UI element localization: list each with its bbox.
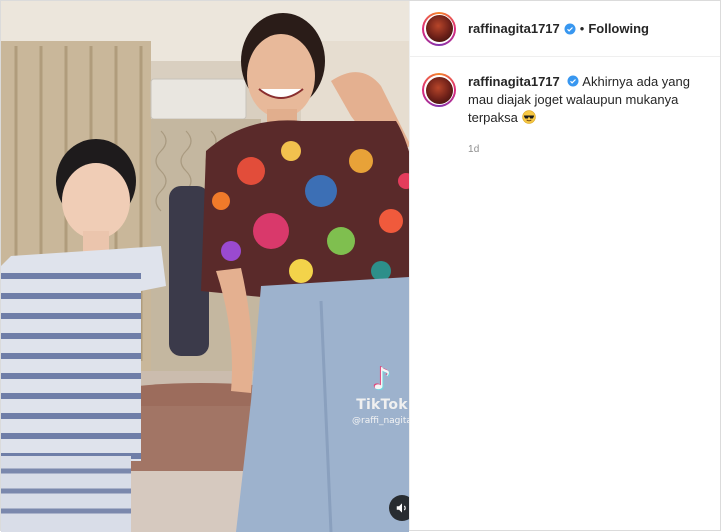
- verified-badge-icon: [564, 23, 576, 34]
- caption-username[interactable]: raffinagita1717: [468, 74, 560, 89]
- caption-avatar[interactable]: [422, 73, 456, 107]
- avatar[interactable]: [422, 11, 456, 46]
- instagram-post: ♪ TikTok @raffi_nagita raffinagita1717 •…: [0, 0, 721, 532]
- sunglasses-face-icon: [521, 110, 536, 124]
- post-header: raffinagita1717 • Following: [410, 1, 720, 57]
- speaker-icon: [396, 503, 406, 513]
- following-button[interactable]: Following: [588, 21, 649, 36]
- caption-verified-badge-icon: [567, 75, 579, 87]
- post-side-panel: raffinagita1717 • Following raffinagita1…: [409, 1, 720, 530]
- tiktok-watermark: ♪ TikTok @raffi_nagita: [342, 362, 409, 427]
- avatar-image: [425, 15, 453, 42]
- tiktok-wordmark: TikTok: [356, 397, 408, 413]
- caption-comment: raffinagita1717 Akhirnya ada yang mau di…: [410, 57, 720, 159]
- header-username[interactable]: raffinagita1717: [468, 21, 560, 36]
- separator-dot: •: [579, 21, 585, 36]
- video-frame: [1, 1, 409, 532]
- caption-body: raffinagita1717 Akhirnya ada yang mau di…: [468, 73, 708, 159]
- post-timestamp[interactable]: 1d: [468, 141, 708, 159]
- caption-avatar-image: [425, 76, 453, 104]
- audio-toggle-button[interactable]: [389, 495, 409, 521]
- tiktok-logo-icon: ♪: [372, 362, 392, 397]
- post-video[interactable]: ♪ TikTok @raffi_nagita: [1, 1, 409, 532]
- tiktok-username: @raffi_nagita: [352, 416, 409, 426]
